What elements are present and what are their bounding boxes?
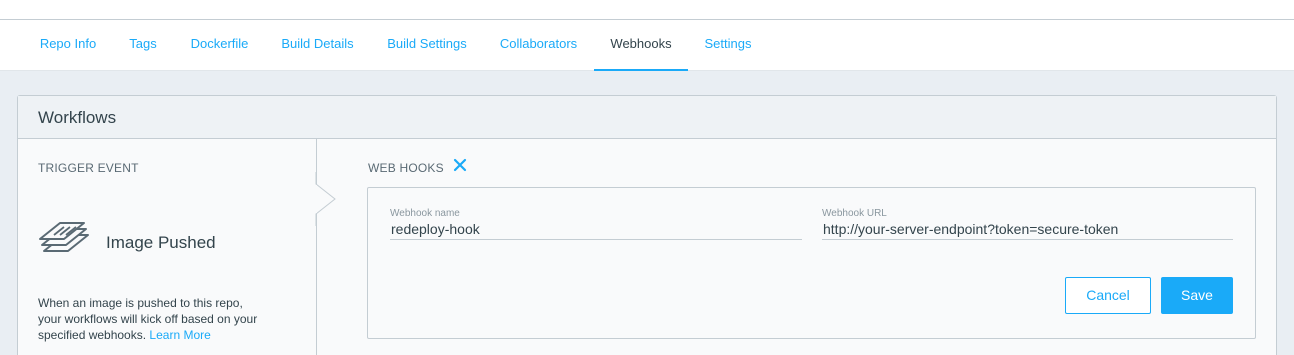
tab-settings[interactable]: Settings <box>694 20 762 71</box>
trigger-description: When an image is pushed to this repo, yo… <box>38 295 258 343</box>
webhook-name-field[interactable] <box>390 218 802 240</box>
repo-tab-bar: Repo Info Tags Dockerfile Build Details … <box>0 20 1294 71</box>
trigger-event-column: TRIGGER EVENT Image Pushed When an image… <box>18 139 317 355</box>
save-button[interactable]: Save <box>1161 277 1233 314</box>
tab-repo-info[interactable]: Repo Info <box>27 20 109 71</box>
panel-header: Workflows <box>18 96 1276 139</box>
cancel-button[interactable]: Cancel <box>1065 277 1151 314</box>
panel-title: Workflows <box>38 108 117 127</box>
tab-dockerfile[interactable]: Dockerfile <box>178 20 261 71</box>
tab-build-settings[interactable]: Build Settings <box>374 20 480 71</box>
tab-collaborators[interactable]: Collaborators <box>487 20 590 71</box>
tab-webhooks[interactable]: Webhooks <box>594 20 688 71</box>
webhook-form: Webhook name Webhook URL Cancel Save <box>367 187 1256 339</box>
learn-more-link[interactable]: Learn More <box>149 328 210 342</box>
flow-arrow <box>315 172 336 226</box>
web-hooks-label: WEB HOOKS <box>368 161 444 175</box>
webhook-url-field[interactable] <box>822 218 1233 240</box>
tab-tags[interactable]: Tags <box>117 20 169 71</box>
tab-build-details[interactable]: Build Details <box>268 20 367 71</box>
trigger-event-name: Image Pushed <box>106 233 216 252</box>
close-icon[interactable] <box>453 157 467 173</box>
top-bar <box>0 0 1294 20</box>
trigger-description-text: When an image is pushed to this repo, yo… <box>38 296 258 342</box>
stacked-layers-icon <box>39 222 89 252</box>
trigger-event-label: TRIGGER EVENT <box>38 161 139 175</box>
workflows-panel: Workflows TRIGGER EVENT Image Pushed Whe… <box>17 95 1277 355</box>
